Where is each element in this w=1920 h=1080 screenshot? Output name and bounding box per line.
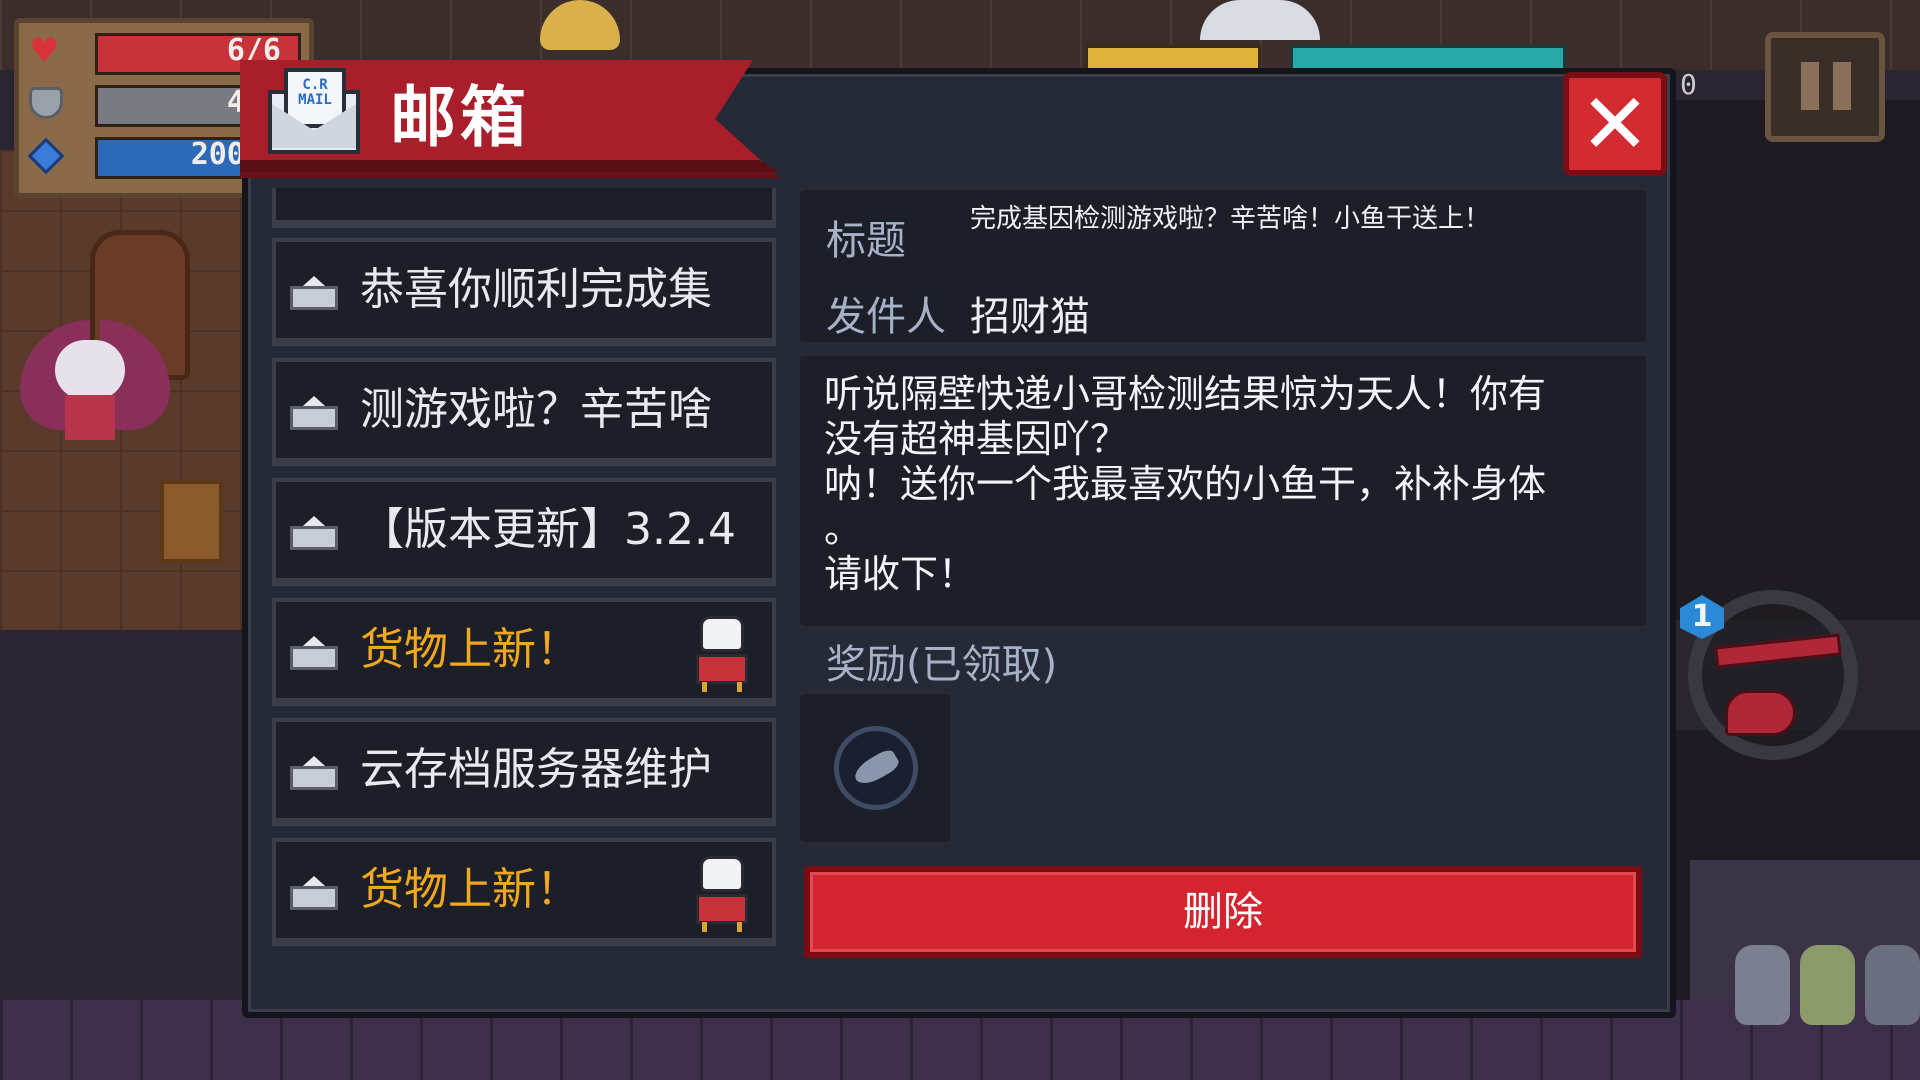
mail-list[interactable]: 恭喜你顺利完成集 测游戏啦？辛苦啥 【版本更新】3.2.4 货物上新！ 云存档服…	[272, 188, 776, 956]
vase-prop	[1865, 945, 1920, 1025]
mail-body-line: 。	[824, 507, 863, 551]
envelope-open-icon	[290, 636, 338, 670]
mail-body-line: 请收下！	[824, 552, 977, 596]
pause-button[interactable]	[1765, 32, 1885, 142]
mail-icon: C.R MAIL	[268, 68, 362, 158]
envelope-open-icon	[290, 276, 338, 310]
mail-body-text: 听说隔壁快递小哥检测结果惊为天人！你有 没有超神基因吖？ 呐！送你一个我最喜欢的…	[824, 372, 1624, 597]
mail-subject: 【版本更新】3.2.4	[360, 504, 736, 555]
mailbox-title: 邮箱	[390, 79, 530, 156]
pause-icon	[1801, 62, 1819, 110]
delete-button-label: 删除	[1183, 889, 1263, 935]
mail-subject: 测游戏啦？辛苦啥	[360, 384, 712, 435]
vase-prop	[1735, 945, 1790, 1025]
reward-label: 奖励(已领取)	[826, 642, 1058, 688]
shield-icon	[29, 87, 63, 119]
lucky-cat-icon	[696, 616, 748, 692]
list-item[interactable]: 货物上新！	[272, 838, 776, 946]
mail-body-line: 呐！送你一个我最喜欢的小鱼干，补补身体	[824, 462, 1547, 506]
vase-prop	[1800, 945, 1855, 1025]
list-item[interactable]: 恭喜你顺利完成集	[272, 238, 776, 346]
book-prop	[160, 480, 223, 563]
list-item[interactable]: 【版本更新】3.2.4	[272, 478, 776, 586]
coin-count: 0	[1680, 68, 1697, 101]
envelope-open-icon	[290, 876, 338, 910]
mail-body-line: 听说隔壁快递小哥检测结果惊为天人！你有	[824, 372, 1547, 416]
demon-character	[20, 300, 170, 450]
energy-diamond-icon	[27, 137, 65, 175]
envelope-open-icon	[290, 516, 338, 550]
sender-value: 招财猫	[970, 294, 1090, 340]
title-label: 标题	[826, 218, 906, 264]
mail-icon-label: C.R MAIL	[298, 77, 332, 108]
npc-character-right	[1200, 0, 1320, 40]
mail-subject: 恭喜你顺利完成集	[360, 264, 712, 315]
secondary-weapon-icon	[1725, 690, 1796, 736]
list-item[interactable]: 货物上新！	[272, 598, 776, 706]
list-item[interactable]	[272, 188, 776, 228]
close-button[interactable]: ✕	[1563, 72, 1667, 176]
envelope-open-icon	[290, 396, 338, 430]
list-item[interactable]: 测游戏啦？辛苦啥	[272, 358, 776, 466]
mail-subject: 云存档服务器维护	[360, 744, 712, 795]
fish-icon	[850, 746, 902, 790]
mail-body-line: 没有超神基因吖？	[824, 417, 1129, 461]
close-icon: ✕	[1579, 75, 1651, 173]
envelope-open-icon	[290, 756, 338, 790]
heart-icon: ♥	[29, 31, 60, 71]
delete-button[interactable]: 删除	[804, 866, 1642, 958]
list-item[interactable]: 云存档服务器维护	[272, 718, 776, 826]
sender-label: 发件人	[826, 294, 946, 340]
weapon-slot-number: 1	[1691, 599, 1713, 634]
fish-coin-icon	[834, 726, 918, 810]
lucky-cat-icon	[696, 856, 748, 932]
title-value: 完成基因检测游戏啦？辛苦啥！小鱼干送上！	[970, 204, 1491, 234]
